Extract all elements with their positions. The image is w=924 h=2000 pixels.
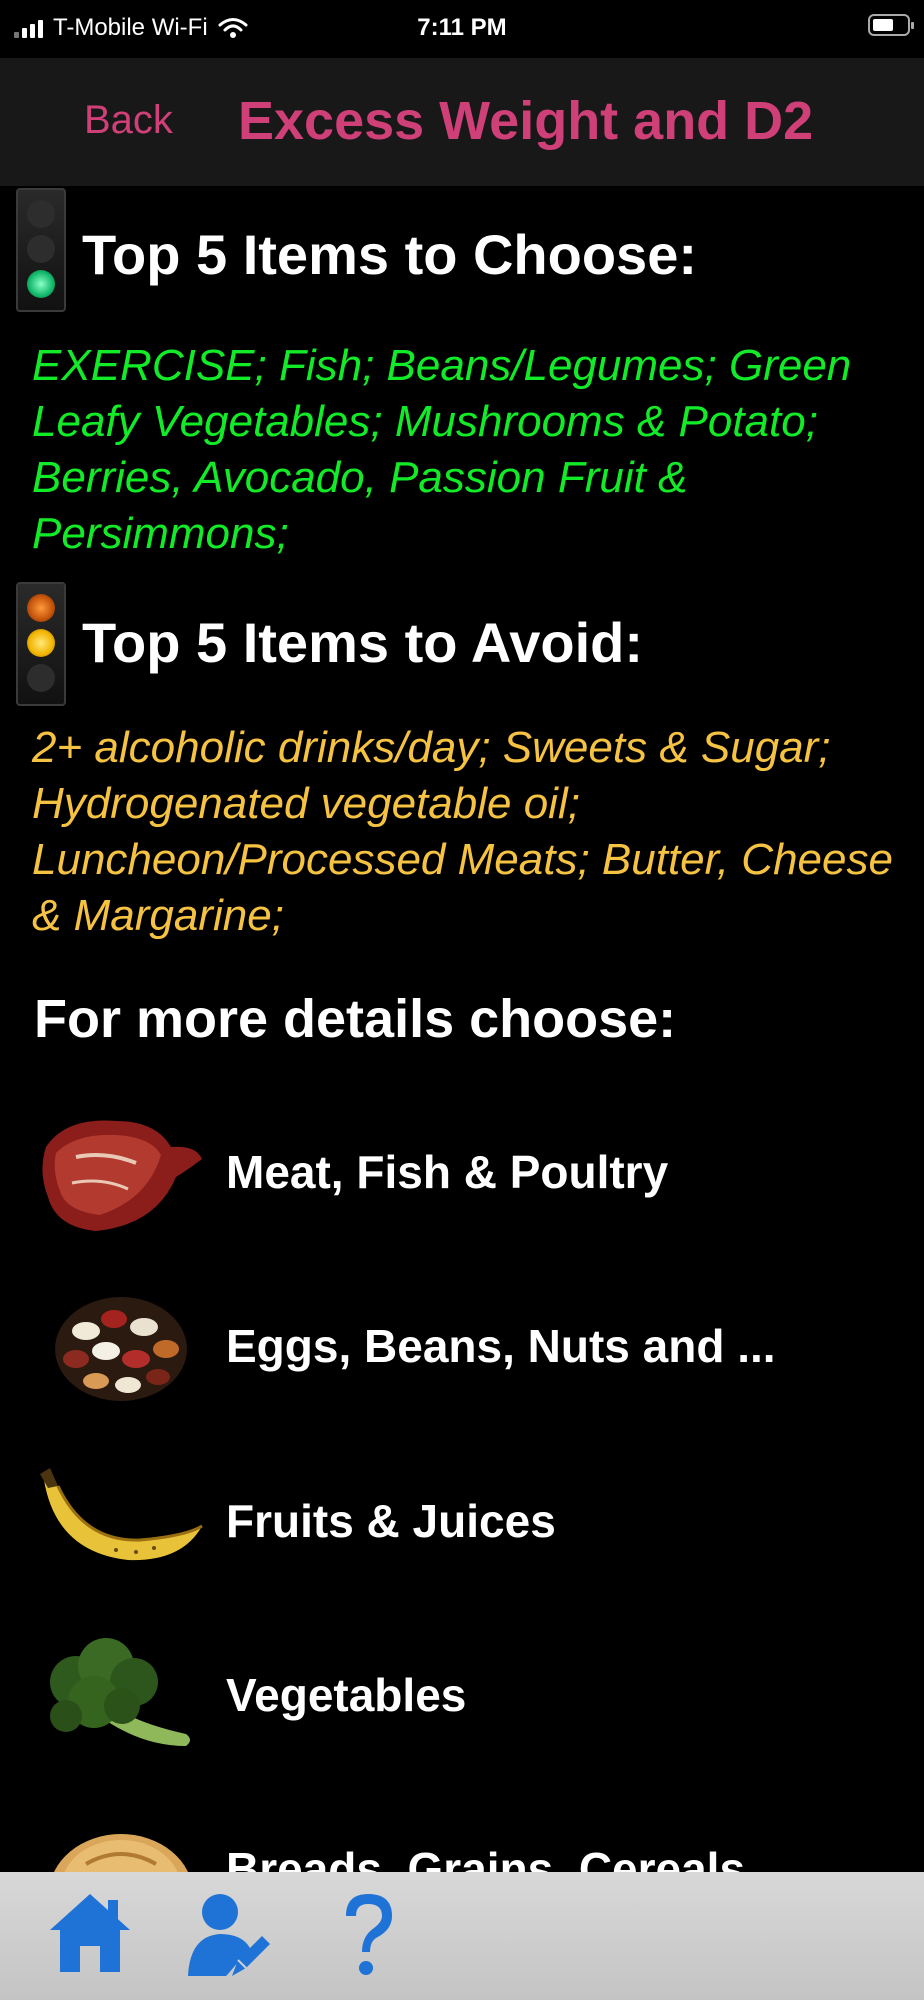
status-bar: T-Mobile Wi-Fi 7:11 PM <box>0 0 924 58</box>
clock: 7:11 PM <box>417 14 507 41</box>
tab-profile[interactable] <box>180 1886 272 1982</box>
avoid-heading: Top 5 Items to Avoid: <box>82 611 644 674</box>
category-label: Vegetables <box>226 1669 467 1721</box>
category-label: Eggs, Beans, Nuts and ... <box>226 1320 776 1372</box>
home-icon <box>50 1894 130 1972</box>
category-vegetables[interactable]: Vegetables <box>0 1620 924 1770</box>
profile-edit-icon <box>188 1894 270 1976</box>
battery-icon <box>868 14 914 36</box>
green-traffic-light-icon <box>16 188 66 312</box>
tab-home[interactable] <box>44 1886 136 1982</box>
category-meat-fish-poultry[interactable]: Meat, Fish & Poultry <box>0 1097 924 1247</box>
tab-bar <box>0 1872 924 2000</box>
beans-icon <box>55 1297 187 1401</box>
category-label: Fruits & Juices <box>226 1495 556 1547</box>
amber-traffic-light-icon <box>16 582 66 706</box>
steak-icon <box>42 1120 202 1231</box>
details-heading: For more details choose: <box>34 989 677 1049</box>
navigation-bar: Back Excess Weight and D2 <box>0 58 924 186</box>
choose-list: EXERCISE; Fish; Beans/Legumes; Green Lea… <box>32 341 852 558</box>
choose-heading: Top 5 Items to Choose: <box>82 223 697 286</box>
category-label: Meat, Fish & Poultry <box>226 1146 669 1198</box>
tab-help[interactable] <box>322 1886 414 1982</box>
help-icon <box>346 1894 392 1975</box>
avoid-list: 2+ alcoholic drinks/day; Sweets & Sugar;… <box>32 723 893 940</box>
broccoli-icon <box>50 1638 190 1746</box>
page-title: Excess Weight and D2 <box>238 91 814 151</box>
category-eggs-beans-nuts[interactable]: Eggs, Beans, Nuts and ... <box>0 1271 924 1421</box>
back-button[interactable]: Back <box>84 98 173 143</box>
category-fruits-juices[interactable]: Fruits & Juices <box>0 1446 924 1596</box>
banana-icon <box>40 1468 203 1561</box>
